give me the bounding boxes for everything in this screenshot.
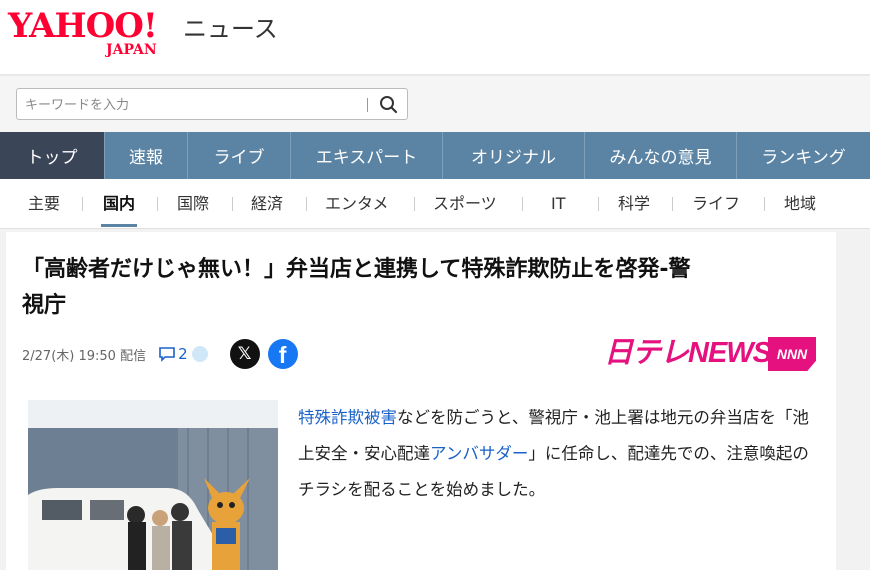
- comments-link[interactable]: 2: [158, 345, 188, 363]
- headline-line-2: 視庁: [22, 293, 67, 318]
- category-separator: [414, 197, 415, 211]
- article-photo-image: [28, 400, 278, 570]
- category-nav: 主要 国内 国際 経済 エンタメ スポーツ IT 科学 ライフ 地域: [0, 179, 870, 229]
- site-header: YAHOO! JAPAN ニュース: [0, 0, 870, 70]
- main-nav-live[interactable]: ライブ: [188, 132, 291, 179]
- share-facebook-button[interactable]: f: [267, 339, 298, 369]
- source-badge: NNN: [768, 337, 816, 371]
- headline-line-1: 「高齢者だけじゃ無い！」弁当店と連携して特殊詐欺防止を啓発-警: [22, 257, 691, 282]
- search-input[interactable]: [25, 95, 355, 115]
- article-photo[interactable]: [28, 400, 278, 570]
- article-meta: 2/27(木) 19:50 配信 2 𝕏 f: [22, 339, 298, 369]
- x-icon: 𝕏: [237, 344, 252, 364]
- search-icon: [380, 96, 398, 114]
- article-lead-text: 特殊詐欺被害などを防ごうと、警視庁・池上署は地元の弁当店を「池上安全・安心配達ア…: [298, 400, 818, 508]
- link-ambassador[interactable]: アンバサダー: [430, 444, 528, 463]
- category-separator: [522, 197, 523, 211]
- main-nav-expert[interactable]: エキスパート: [291, 132, 443, 179]
- publish-date: 2/27(木) 19:50 配信: [22, 348, 147, 364]
- category-tab-life[interactable]: ライフ: [692, 193, 740, 215]
- main-nav-breaking[interactable]: 速報: [105, 132, 188, 179]
- main-nav-opinions[interactable]: みんなの意見: [585, 132, 737, 179]
- search-box: [16, 88, 408, 120]
- logo-sub-text: JAPAN: [106, 42, 157, 58]
- search-button[interactable]: [377, 93, 401, 117]
- category-separator: [306, 197, 307, 211]
- category-separator: [598, 197, 599, 211]
- main-nav: トップ 速報 ライブ エキスパート オリジナル みんなの意見 ランキング: [0, 132, 870, 179]
- main-nav-top[interactable]: トップ: [0, 132, 105, 179]
- category-separator: [232, 197, 233, 211]
- comment-count: 2: [178, 345, 188, 363]
- category-tab-international[interactable]: 国際: [177, 193, 209, 215]
- comment-icon: [159, 347, 175, 362]
- link-fraud-damage[interactable]: 特殊詐欺被害: [298, 408, 397, 427]
- reaction-smile-icon[interactable]: [191, 346, 208, 362]
- category-tab-economy[interactable]: 経済: [251, 193, 283, 215]
- category-tab-domestic[interactable]: 国内: [100, 193, 138, 227]
- category-separator: [157, 197, 158, 211]
- category-tab-sports[interactable]: スポーツ: [433, 193, 497, 215]
- category-separator: [764, 197, 765, 211]
- category-tab-main[interactable]: 主要: [28, 193, 60, 215]
- category-tab-science[interactable]: 科学: [618, 193, 650, 215]
- category-tab-entertainment[interactable]: エンタメ: [325, 193, 389, 215]
- logo-main-text: YAHOO!: [8, 6, 158, 46]
- facebook-icon: f: [278, 342, 287, 368]
- yahoo-japan-logo[interactable]: YAHOO! JAPAN: [8, 6, 180, 58]
- share-x-button[interactable]: 𝕏: [229, 339, 260, 369]
- main-nav-original[interactable]: オリジナル: [443, 132, 585, 179]
- news-section-title[interactable]: ニュース: [183, 14, 278, 44]
- category-tab-it[interactable]: IT: [551, 193, 566, 215]
- category-separator: [82, 197, 83, 211]
- article-headline: 「高齢者だけじゃ無い！」弁当店と連携して特殊詐欺防止を啓発-警 視庁: [22, 252, 822, 324]
- source-name: 日テレNEWS: [604, 337, 772, 369]
- source-ntv-news-logo[interactable]: 日テレNEWS NNN: [604, 332, 820, 376]
- category-separator: [672, 197, 673, 211]
- main-nav-ranking[interactable]: ランキング: [737, 132, 870, 179]
- category-tab-local[interactable]: 地域: [784, 193, 816, 215]
- article-card: 「高齢者だけじゃ無い！」弁当店と連携して特殊詐欺防止を啓発-警 視庁 2/27(…: [6, 232, 836, 570]
- search-bar-area: [0, 76, 870, 132]
- search-divider: [367, 98, 368, 112]
